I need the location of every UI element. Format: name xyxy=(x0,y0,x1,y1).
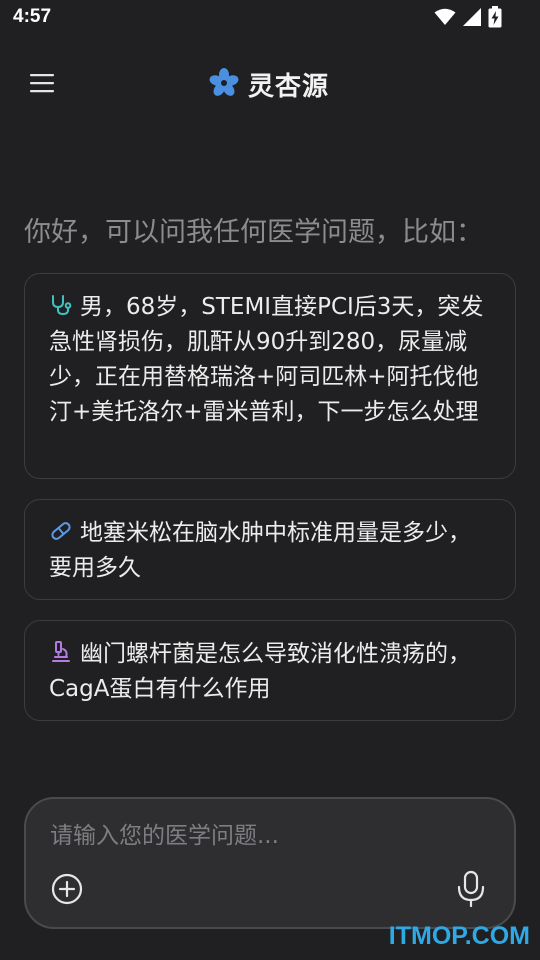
suggestion-list: 男，68岁，STEMI直接PCI后3天，突发急性肾损伤，肌酐从90升到280，尿… xyxy=(24,273,516,741)
suggestion-text: 地塞米松在脑水肿中标准用量是多少，要用多久 xyxy=(49,520,471,581)
suggestion-text: 幽门螺杆菌是怎么导致消化性溃疡的，CagA蛋白有什么作用 xyxy=(49,641,471,702)
hamburger-menu-icon xyxy=(30,73,54,97)
signal-icon xyxy=(462,7,482,31)
suggestion-card[interactable]: 男，68岁，STEMI直接PCI后3天，突发急性肾损伤，肌酐从90升到280，尿… xyxy=(24,273,516,479)
flower-logo-icon xyxy=(208,67,240,103)
stethoscope-icon xyxy=(52,295,72,316)
status-icons xyxy=(434,6,502,32)
brand: 灵杏源 xyxy=(208,66,329,103)
voice-input-button[interactable] xyxy=(454,869,488,909)
app-name: 灵杏源 xyxy=(248,72,330,102)
question-input[interactable] xyxy=(50,823,470,849)
plus-circle-icon xyxy=(51,873,83,905)
greeting-text: 你好，可以问我任何医学问题，比如： xyxy=(24,217,483,248)
pill-icon xyxy=(51,522,71,540)
menu-button[interactable] xyxy=(22,65,62,105)
suggestion-card[interactable]: 地塞米松在脑水肿中标准用量是多少，要用多久 xyxy=(24,499,516,600)
status-time: 4:57 xyxy=(13,6,52,27)
chat-input-box xyxy=(24,797,516,929)
watermark-text: ITMOP.COM xyxy=(388,922,530,950)
suggestion-text: 男，68岁，STEMI直接PCI后3天，突发急性肾损伤，肌酐从90升到280，尿… xyxy=(49,294,484,425)
microscope-icon xyxy=(52,641,70,662)
wifi-icon xyxy=(434,8,456,30)
add-button[interactable] xyxy=(49,871,85,907)
app-header: 灵杏源 xyxy=(0,56,540,114)
status-bar: 4:57 xyxy=(0,0,540,36)
microphone-icon xyxy=(457,870,485,908)
battery-charging-icon xyxy=(488,6,502,32)
suggestion-card[interactable]: 幽门螺杆菌是怎么导致消化性溃疡的，CagA蛋白有什么作用 xyxy=(24,620,516,721)
